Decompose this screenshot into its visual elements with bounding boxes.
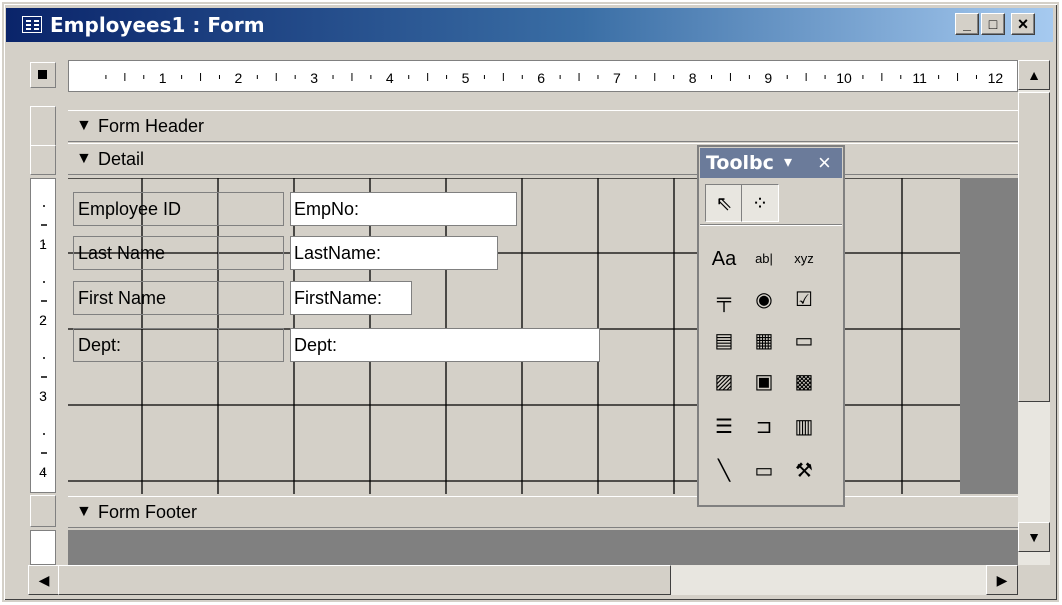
detail-section-selector[interactable] — [30, 145, 56, 175]
ruler-mark-label: 2 — [39, 312, 47, 328]
rectangle-tool-icon[interactable]: ▭ — [745, 452, 783, 490]
ruler-mark-label: 10 — [836, 70, 852, 86]
toolbox-divider — [700, 224, 842, 226]
label-first-name-extension[interactable] — [218, 281, 284, 315]
form-header-band[interactable]: ▼ Form Header — [68, 110, 1018, 142]
vertical-scroll-thumb[interactable] — [1018, 92, 1050, 402]
vertical-ruler-footer — [30, 530, 56, 565]
textbox-lastname[interactable]: LastName: — [290, 236, 498, 270]
section-arrow-icon: ▼ — [76, 150, 92, 167]
check-box-tool-icon[interactable]: ☑ — [785, 281, 823, 319]
section-arrow-icon: ▼ — [76, 117, 92, 134]
unbound-object-frame-icon[interactable]: ▣ — [745, 363, 783, 401]
label-dept-extension[interactable] — [218, 328, 284, 362]
ruler-mark-label: 8 — [689, 70, 697, 86]
image-tool-icon[interactable]: ▨ — [705, 363, 743, 401]
command-button-tool-icon[interactable]: ▭ — [785, 322, 823, 360]
toggle-button-tool-icon[interactable]: ╤ — [705, 281, 743, 319]
ruler-mark-label: 9 — [764, 70, 772, 86]
label-tool-icon[interactable]: Aa — [705, 240, 743, 278]
ruler-mark-label: 4 — [386, 70, 394, 86]
window-title: Employees1 : Form — [50, 13, 265, 37]
ruler-mark-label: 1 — [159, 70, 167, 86]
vertical-ruler[interactable]: 1 2 3 4 — [30, 178, 56, 493]
horizontal-ruler-ticks: 1 2 3 4 5 6 7 8 9 10 11 12 — [105, 70, 1004, 86]
toolbox-close-icon[interactable]: × — [818, 148, 831, 178]
scroll-down-button[interactable]: ▼ — [1018, 522, 1050, 552]
page-break-tool-icon[interactable]: ☰ — [705, 408, 743, 446]
ruler-mark-label: 3 — [39, 388, 47, 404]
list-box-tool-icon[interactable]: ▦ — [745, 322, 783, 360]
scroll-up-button[interactable]: ▲ — [1018, 60, 1050, 90]
form-footer-band[interactable]: ▼ Form Footer — [68, 496, 1018, 528]
section-arrow-icon: ▼ — [76, 503, 92, 520]
label-dept[interactable]: Dept: — [73, 328, 219, 362]
label-employee-id-extension[interactable] — [218, 192, 284, 226]
form-header-label: Form Header — [98, 116, 205, 136]
form-selector[interactable] — [30, 62, 56, 88]
scroll-left-button[interactable]: ◀ — [28, 565, 60, 595]
line-tool-icon[interactable]: ╲ — [705, 452, 743, 490]
detail-band[interactable]: ▼ Detail — [68, 143, 1018, 175]
ruler-mark-label: 1 — [39, 236, 47, 252]
form-icon — [22, 16, 42, 33]
close-button[interactable]: × — [1011, 13, 1035, 35]
horizontal-ruler[interactable]: 1 2 3 4 5 6 7 8 9 10 11 12 — [68, 60, 1018, 92]
ruler-mark-label: 11 — [912, 70, 927, 86]
ruler-mark-label: 4 — [39, 464, 47, 480]
subform-tool-icon[interactable]: ▥ — [785, 408, 823, 446]
scroll-right-button[interactable]: ▶ — [986, 565, 1018, 595]
scrollbar-corner — [1018, 565, 1050, 595]
label-last-name[interactable]: Last Name — [73, 236, 219, 270]
control-wizards-icon[interactable]: ⁘ — [741, 184, 779, 222]
ruler-mark-label: 5 — [462, 70, 470, 86]
select-objects-icon[interactable]: ⇖ — [705, 184, 743, 222]
option-group-tool-icon[interactable]: xyz — [785, 240, 823, 278]
ruler-mark-label: 2 — [235, 70, 243, 86]
ruler-mark-label: 7 — [613, 70, 621, 86]
ruler-mark-label: 3 — [310, 70, 318, 86]
ruler-mark-label: 12 — [988, 70, 1004, 86]
textbox-dept[interactable]: Dept: — [290, 328, 600, 362]
tab-control-tool-icon[interactable]: ⊐ — [745, 408, 783, 446]
footer-section[interactable] — [68, 530, 1018, 565]
detail-beyond-width — [960, 178, 1018, 494]
vertical-ruler-ticks: 1 2 3 4 — [39, 205, 47, 480]
textbox-firstname[interactable]: FirstName: — [290, 281, 412, 315]
option-button-tool-icon[interactable]: ◉ — [745, 281, 783, 319]
form-footer-label: Form Footer — [98, 502, 198, 522]
horizontal-scroll-thumb[interactable] — [58, 565, 671, 595]
restore-button[interactable]: □ — [981, 13, 1005, 35]
textbox-empno[interactable]: EmpNo: — [290, 192, 517, 226]
detail-label: Detail — [98, 149, 145, 169]
text-box-tool-icon[interactable]: ab| — [745, 240, 783, 278]
minimize-button[interactable]: _ — [955, 13, 979, 35]
ruler-mark-label: 6 — [537, 70, 545, 86]
toolbox-dropdown-icon[interactable]: ▾ — [784, 150, 792, 176]
combo-box-tool-icon[interactable]: ▤ — [705, 322, 743, 360]
bound-object-frame-icon[interactable]: ▩ — [785, 363, 823, 401]
label-last-name-extension[interactable] — [218, 236, 284, 270]
label-first-name[interactable]: First Name — [73, 281, 219, 315]
label-employee-id[interactable]: Employee ID — [73, 192, 219, 226]
more-controls-icon[interactable]: ⚒ — [785, 452, 823, 490]
header-section-selector[interactable] — [30, 106, 56, 146]
toolbox-title: Toolbc — [706, 152, 774, 174]
footer-section-selector[interactable] — [30, 495, 56, 527]
